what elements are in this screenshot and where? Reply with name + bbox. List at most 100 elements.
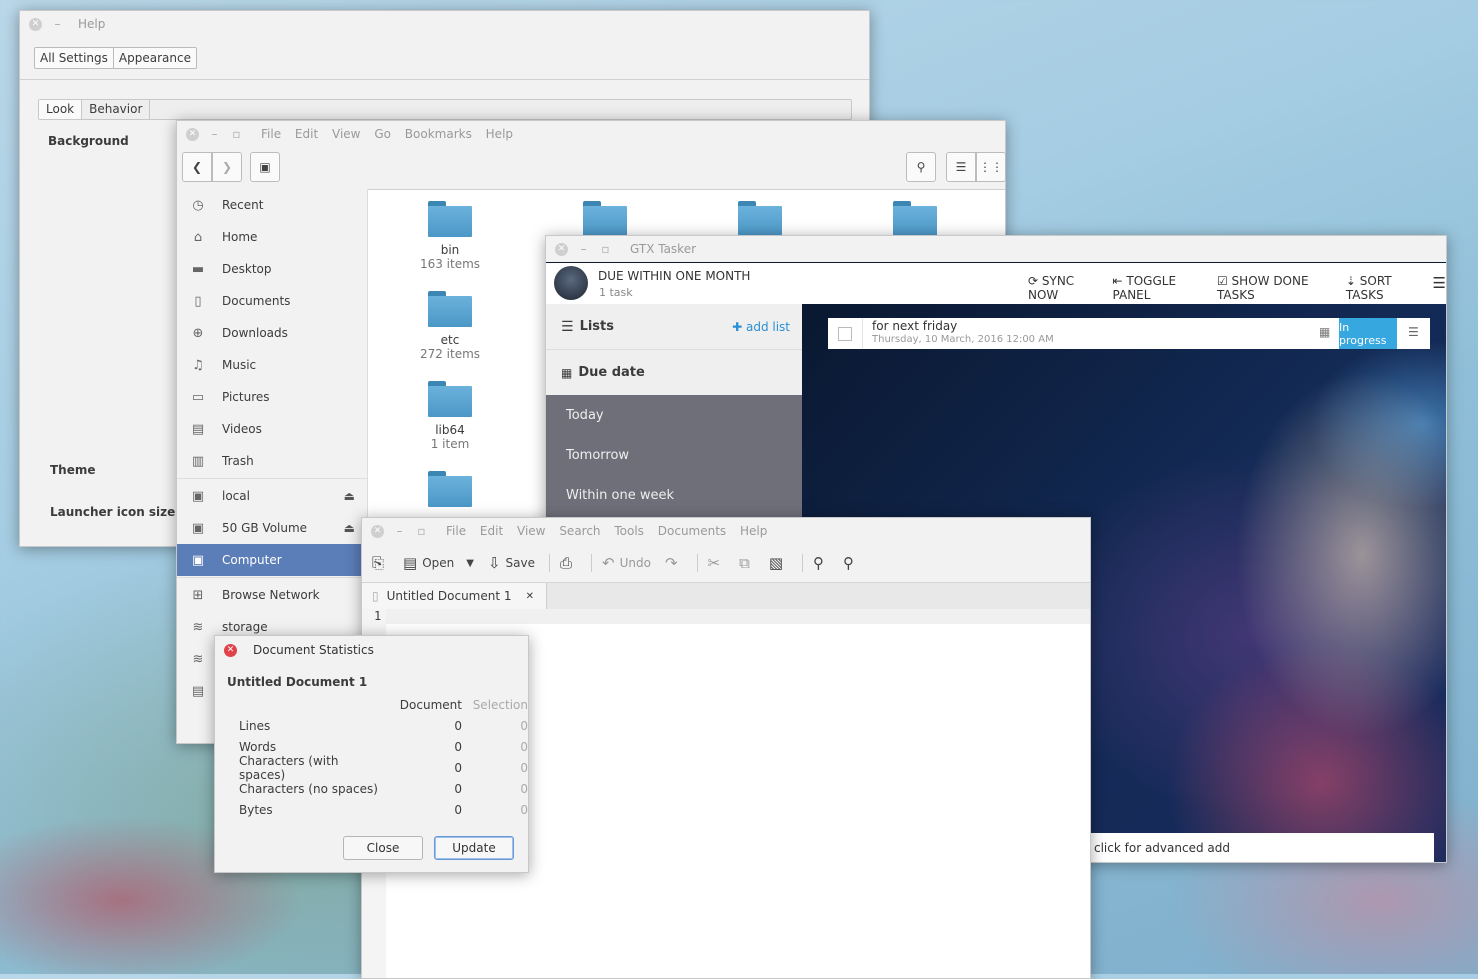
sidebar-item-downloads[interactable]: ⊕ Downloads <box>177 317 367 349</box>
list-icon: ☰ <box>561 318 574 335</box>
menu-search[interactable]: Search <box>559 524 600 538</box>
all-settings-button[interactable]: All Settings <box>35 48 114 68</box>
minimize-icon[interactable]: – <box>577 242 590 256</box>
redo-button[interactable]: ↷ <box>665 554 683 572</box>
task-menu-icon[interactable]: ☰ <box>1408 325 1419 339</box>
back-button[interactable]: ❮ <box>182 152 212 182</box>
sidebar-item-videos[interactable]: ▤ Videos <box>177 413 367 445</box>
sidebar-item-documents[interactable]: ▯ Documents <box>177 285 367 317</box>
add-list-button[interactable]: ✚ add list <box>732 320 790 334</box>
maximize-icon[interactable]: ▫ <box>599 242 612 256</box>
drive-icon: ▣ <box>191 520 205 536</box>
sync-now-button[interactable]: ⟳ SYNC NOW <box>1028 274 1099 302</box>
due-item-tomorrow[interactable]: Tomorrow <box>546 435 802 475</box>
due-item-within-one-week[interactable]: Within one week <box>546 475 802 515</box>
paste-button[interactable]: ▧ <box>769 554 788 572</box>
due-item-today[interactable]: Today <box>546 395 802 435</box>
sidebar-item-home[interactable]: ⌂ Home <box>177 221 367 253</box>
wifi-icon: ≋ <box>192 651 204 667</box>
sort-tasks-button[interactable]: ⇣ SORT TASKS <box>1346 274 1423 302</box>
menu-help[interactable]: Help <box>486 127 513 141</box>
close-icon[interactable]: ✕ <box>224 643 237 657</box>
menu-help[interactable]: Help <box>740 524 767 538</box>
folder-lib64[interactable]: lib64 1 item <box>405 381 495 451</box>
show-done-tasks-button[interactable]: ☑ SHOW DONE TASKS <box>1217 274 1334 302</box>
folder-icon <box>583 201 627 237</box>
sidebar-item-desktop[interactable]: ▬ Desktop <box>177 253 367 285</box>
header-heading: DUE WITHIN ONE MONTH <box>598 269 751 283</box>
tab-untitled-document-1[interactable]: ▯ Untitled Document 1 ✕ <box>362 583 547 609</box>
paste-icon: ▧ <box>768 554 784 572</box>
sidebar-item-trash[interactable]: ▥ Trash <box>177 445 367 477</box>
tab-look[interactable]: Look <box>39 100 83 119</box>
find-replace-button[interactable]: ⚲ <box>843 554 859 572</box>
search-button[interactable]: ⚲ <box>906 152 936 182</box>
folder-icon <box>428 291 472 327</box>
close-icon[interactable]: ✕ <box>555 242 568 256</box>
grid-view-button[interactable]: ⋮⋮ <box>976 152 1006 182</box>
open-button[interactable]: ▤ Open ▼ <box>403 554 474 572</box>
due-date-header[interactable]: ▦ Due date <box>546 350 802 395</box>
new-document-button[interactable]: ⎘ <box>372 554 389 572</box>
maximize-icon[interactable]: ▫ <box>415 524 428 538</box>
menu-view[interactable]: View <box>332 127 360 141</box>
folder-etc[interactable]: etc 272 items <box>405 291 495 361</box>
menu-bookmarks[interactable]: Bookmarks <box>405 127 472 141</box>
appearance-button[interactable]: Appearance <box>114 48 196 68</box>
maximize-icon[interactable]: ▫ <box>230 127 243 141</box>
sidebar-item-computer[interactable]: ▣ Computer <box>177 544 367 576</box>
calendar-icon[interactable]: ▦ <box>1319 325 1330 339</box>
chevron-down-icon[interactable]: ▼ <box>466 558 474 569</box>
close-icon[interactable]: ✕ <box>29 17 42 31</box>
task-checkbox[interactable] <box>838 327 852 341</box>
folder-item[interactable] <box>405 471 495 513</box>
forward-button[interactable]: ❯ <box>212 152 242 182</box>
toggle-panel-button[interactable]: ⇤ TOGGLE PANEL <box>1113 274 1205 302</box>
undo-button[interactable]: ↶ Undo <box>591 554 651 572</box>
sidebar-item-local[interactable]: ▣ local ⏏ <box>177 480 367 512</box>
update-button[interactable]: Update <box>434 836 514 860</box>
sidebar-item-browse-network[interactable]: ⊞ Browse Network <box>177 579 367 611</box>
menu-view[interactable]: View <box>517 524 545 538</box>
find-button[interactable]: ⚲ <box>802 554 829 572</box>
menu-documents[interactable]: Documents <box>658 524 726 538</box>
menu-file[interactable]: File <box>446 524 466 538</box>
menu-go[interactable]: Go <box>374 127 391 141</box>
stats-row-bytes: Bytes 0 0 <box>239 802 528 817</box>
close-icon[interactable]: ✕ <box>371 524 384 538</box>
tab-behavior[interactable]: Behavior <box>82 100 151 119</box>
sidebar-item-recent[interactable]: ◷ Recent <box>177 189 367 221</box>
location-button[interactable]: ▣ <box>250 152 280 182</box>
music-icon: ♫ <box>192 357 204 373</box>
folder-icon <box>738 201 782 237</box>
sidebar-item-pictures[interactable]: ▭ Pictures <box>177 381 367 413</box>
advanced-add-bar[interactable]: click for advanced add <box>1090 833 1434 862</box>
server-icon: ▤ <box>191 683 205 699</box>
list-view-button[interactable]: ☰ <box>946 152 976 182</box>
folder-bin[interactable]: bin 163 items <box>405 201 495 271</box>
status-badge[interactable]: In progress <box>1339 318 1397 349</box>
launcher-icon-size-label: Launcher icon size <box>50 505 176 519</box>
stats-header: Document Selection <box>399 697 528 712</box>
minimize-icon[interactable]: – <box>208 127 221 141</box>
minimize-icon[interactable]: – <box>393 524 406 538</box>
sidebar-item-50gb-volume[interactable]: ▣ 50 GB Volume ⏏ <box>177 512 367 544</box>
lists-label: Lists <box>579 319 614 334</box>
menu-tools[interactable]: Tools <box>614 524 644 538</box>
close-button[interactable]: Close <box>343 836 423 860</box>
menu-file[interactable]: File <box>261 127 281 141</box>
hamburger-menu-icon[interactable]: ☰ <box>1433 274 1446 302</box>
menu-edit[interactable]: Edit <box>295 127 318 141</box>
copy-button[interactable]: ⧉ <box>739 554 755 572</box>
close-icon[interactable]: ✕ <box>186 127 199 141</box>
eject-icon[interactable]: ⏏ <box>344 521 355 535</box>
minimize-icon[interactable]: – <box>51 17 64 31</box>
eject-icon[interactable]: ⏏ <box>344 489 355 503</box>
print-button[interactable]: ⎙ <box>549 554 577 572</box>
close-tab-icon[interactable]: ✕ <box>526 591 534 602</box>
save-button[interactable]: ⇩ Save <box>488 554 535 572</box>
task-row[interactable]: for next friday Thursday, 10 March, 2016… <box>828 318 1430 349</box>
cut-button[interactable]: ✂ <box>696 554 726 572</box>
sidebar-item-music[interactable]: ♫ Music <box>177 349 367 381</box>
menu-edit[interactable]: Edit <box>480 524 503 538</box>
